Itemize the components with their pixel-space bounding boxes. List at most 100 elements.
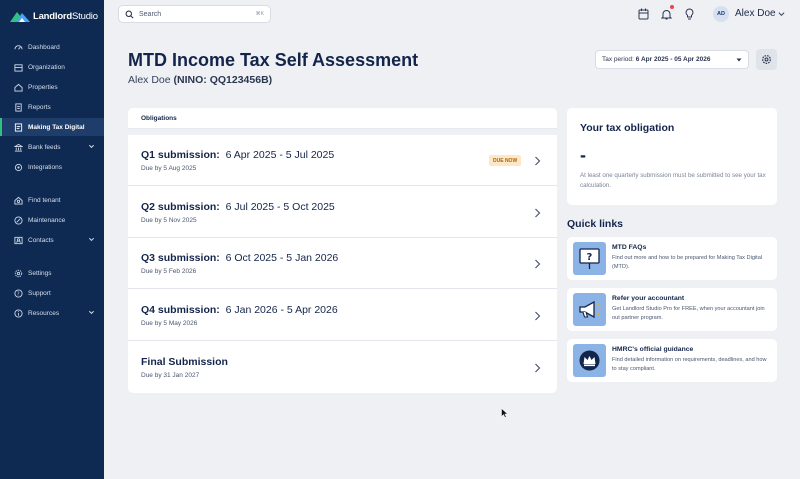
gear-icon bbox=[762, 55, 771, 64]
support-icon: ? bbox=[13, 288, 23, 298]
quick-link-description: Find out more and how to be prepared for… bbox=[612, 255, 763, 270]
integrations-icon bbox=[13, 162, 23, 172]
tax-period-value: 6 Apr 2025 - 05 Apr 2026 bbox=[635, 56, 711, 63]
contacts-icon bbox=[13, 235, 23, 245]
search-shortcut: ⌘K bbox=[255, 11, 264, 17]
sidebar-item-settings[interactable]: Settings bbox=[0, 264, 104, 282]
sidebar-item-maintenance[interactable]: Maintenance bbox=[0, 211, 104, 229]
obligation-due-date: Due by 5 Nov 2025 bbox=[141, 217, 197, 224]
sidebar-item-label: Settings bbox=[28, 269, 52, 277]
sidebar-item-label: Support bbox=[28, 289, 51, 297]
obligation-title: Q2 submission: 6 Jul 2025 - 5 Oct 2025 bbox=[141, 201, 335, 213]
notification-dot bbox=[670, 5, 674, 9]
quick-link-refer-accountant[interactable]: Refer your accountant Get Landlord Studi… bbox=[567, 288, 777, 331]
chevron-down-icon bbox=[88, 144, 95, 149]
sidebar: LandlordStudio Dashboard Organization Pr… bbox=[0, 0, 104, 479]
obligations-card: Obligations Q1 submission: 6 Apr 2025 - … bbox=[128, 108, 557, 393]
megaphone-icon bbox=[573, 293, 606, 326]
chevron-right-icon bbox=[535, 208, 541, 218]
avatar[interactable]: AD bbox=[713, 6, 729, 22]
sidebar-item-integrations[interactable]: Integrations bbox=[0, 158, 104, 176]
sidebar-item-reports[interactable]: Reports bbox=[0, 98, 104, 116]
obligation-title: Q3 submission: 6 Oct 2025 - 5 Jan 2026 bbox=[141, 252, 339, 264]
mouse-cursor-icon bbox=[501, 408, 508, 418]
obligation-due-date: Due by 31 Jan 2027 bbox=[141, 372, 200, 379]
bell-icon[interactable] bbox=[661, 8, 672, 20]
sidebar-item-find-tenant[interactable]: Find tenant bbox=[0, 191, 104, 209]
obligation-row[interactable]: Q3 submission: 6 Oct 2025 - 5 Jan 2026 D… bbox=[128, 238, 557, 289]
nino: (NINO: QQ123456B) bbox=[173, 74, 273, 86]
quick-link-description: Get Landlord Studio Pro for FREE, when y… bbox=[612, 306, 765, 321]
obligation-due-date: Due by 5 Aug 2025 bbox=[141, 165, 197, 172]
chevron-right-icon bbox=[535, 156, 541, 166]
obligations-heading: Obligations bbox=[128, 108, 557, 129]
sidebar-item-label: Bank feeds bbox=[28, 143, 61, 151]
caret-down-icon bbox=[736, 58, 742, 62]
search-input[interactable]: Search ⌘K bbox=[118, 5, 271, 23]
quick-link-mtd-faqs[interactable]: ? MTD FAQs Find out more and how to be p… bbox=[567, 237, 777, 280]
sidebar-item-label: Organization bbox=[28, 63, 65, 71]
quick-link-name: HMRC's official guidance bbox=[612, 346, 694, 353]
info-icon bbox=[13, 308, 23, 318]
page-subtitle: Alex Doe (NINO: QQ123456B) bbox=[128, 74, 272, 86]
sidebar-item-label: Dashboard bbox=[28, 43, 60, 51]
sidebar-item-label: Making Tax Digital bbox=[28, 123, 85, 131]
obligation-title: Final Submission bbox=[141, 356, 228, 368]
quick-link-name: MTD FAQs bbox=[612, 244, 647, 251]
sidebar-item-label: Integrations bbox=[28, 163, 62, 171]
find-tenant-icon bbox=[13, 195, 23, 205]
obligation-due-date: Due by 5 Feb 2026 bbox=[141, 268, 197, 275]
sidebar-item-contacts[interactable]: Contacts bbox=[0, 231, 104, 249]
tax-obligation-note: At least one quarterly submission must b… bbox=[580, 172, 766, 189]
search-icon bbox=[125, 10, 134, 18]
sidebar-item-label: Reports bbox=[28, 103, 51, 111]
sidebar-item-properties[interactable]: Properties bbox=[0, 78, 104, 96]
taxpayer-name: Alex Doe bbox=[128, 74, 171, 86]
sidebar-item-organization[interactable]: Organization bbox=[0, 58, 104, 76]
chevron-right-icon bbox=[535, 311, 541, 321]
sidebar-item-making-tax-digital[interactable]: Making Tax Digital bbox=[0, 118, 104, 136]
dashboard-icon bbox=[13, 42, 23, 52]
tax-period-label: Tax period: bbox=[602, 56, 634, 63]
maintenance-icon bbox=[13, 215, 23, 225]
brand-name: LandlordStudio bbox=[33, 10, 98, 22]
sidebar-item-resources[interactable]: Resources bbox=[0, 304, 104, 322]
sidebar-item-dashboard[interactable]: Dashboard bbox=[0, 38, 104, 56]
obligation-title: Q4 submission: 6 Jan 2026 - 5 Apr 2026 bbox=[141, 304, 338, 316]
reports-icon bbox=[13, 102, 23, 112]
faq-sign-icon: ? bbox=[573, 242, 606, 275]
settings-icon bbox=[13, 268, 23, 278]
tax-obligation-title: Your tax obligation bbox=[580, 122, 675, 134]
obligation-row[interactable]: Q4 submission: 6 Jan 2026 - 5 Apr 2026 D… bbox=[128, 290, 557, 341]
tax-period-select[interactable]: Tax period: 6 Apr 2025 - 05 Apr 2026 bbox=[595, 50, 749, 69]
quick-link-name: Refer your accountant bbox=[612, 295, 685, 302]
obligation-title: Q1 submission: 6 Apr 2025 - 5 Jul 2025 bbox=[141, 149, 335, 161]
chevron-down-icon[interactable] bbox=[778, 11, 785, 17]
user-name[interactable]: Alex Doe bbox=[735, 8, 776, 19]
brand-logo[interactable]: LandlordStudio bbox=[10, 8, 98, 24]
obligation-due-date: Due by 5 May 2026 bbox=[141, 320, 198, 327]
sidebar-item-bank-feeds[interactable]: Bank feeds bbox=[0, 138, 104, 156]
sidebar-item-label: Properties bbox=[28, 83, 58, 91]
obligation-row[interactable]: Final Submission Due by 31 Jan 2027 bbox=[128, 342, 557, 393]
quick-links-title: Quick links bbox=[567, 218, 624, 230]
status-badge: DUE NOW bbox=[489, 155, 522, 166]
tax-obligation-amount: - bbox=[580, 145, 586, 165]
page-settings-button[interactable] bbox=[756, 49, 777, 70]
home-icon bbox=[13, 82, 23, 92]
svg-text:?: ? bbox=[587, 252, 593, 263]
sidebar-item-label: Resources bbox=[28, 309, 60, 317]
obligation-row[interactable]: Q2 submission: 6 Jul 2025 - 5 Oct 2025 D… bbox=[128, 187, 557, 238]
sidebar-item-support[interactable]: ? Support bbox=[0, 284, 104, 302]
obligation-row[interactable]: Q1 submission: 6 Apr 2025 - 5 Jul 2025 D… bbox=[128, 135, 557, 186]
organization-icon bbox=[13, 62, 23, 72]
quick-link-hmrc-guidance[interactable]: HMRC's official guidance Find detailed i… bbox=[567, 339, 777, 382]
chevron-down-icon bbox=[88, 310, 95, 315]
chevron-right-icon bbox=[535, 363, 541, 373]
crown-icon bbox=[573, 344, 606, 377]
calendar-icon[interactable] bbox=[638, 8, 649, 20]
lightbulb-icon[interactable] bbox=[684, 8, 695, 20]
svg-text:?: ? bbox=[16, 291, 19, 297]
logo-mark-icon bbox=[10, 9, 30, 23]
sidebar-item-label: Contacts bbox=[28, 236, 54, 244]
